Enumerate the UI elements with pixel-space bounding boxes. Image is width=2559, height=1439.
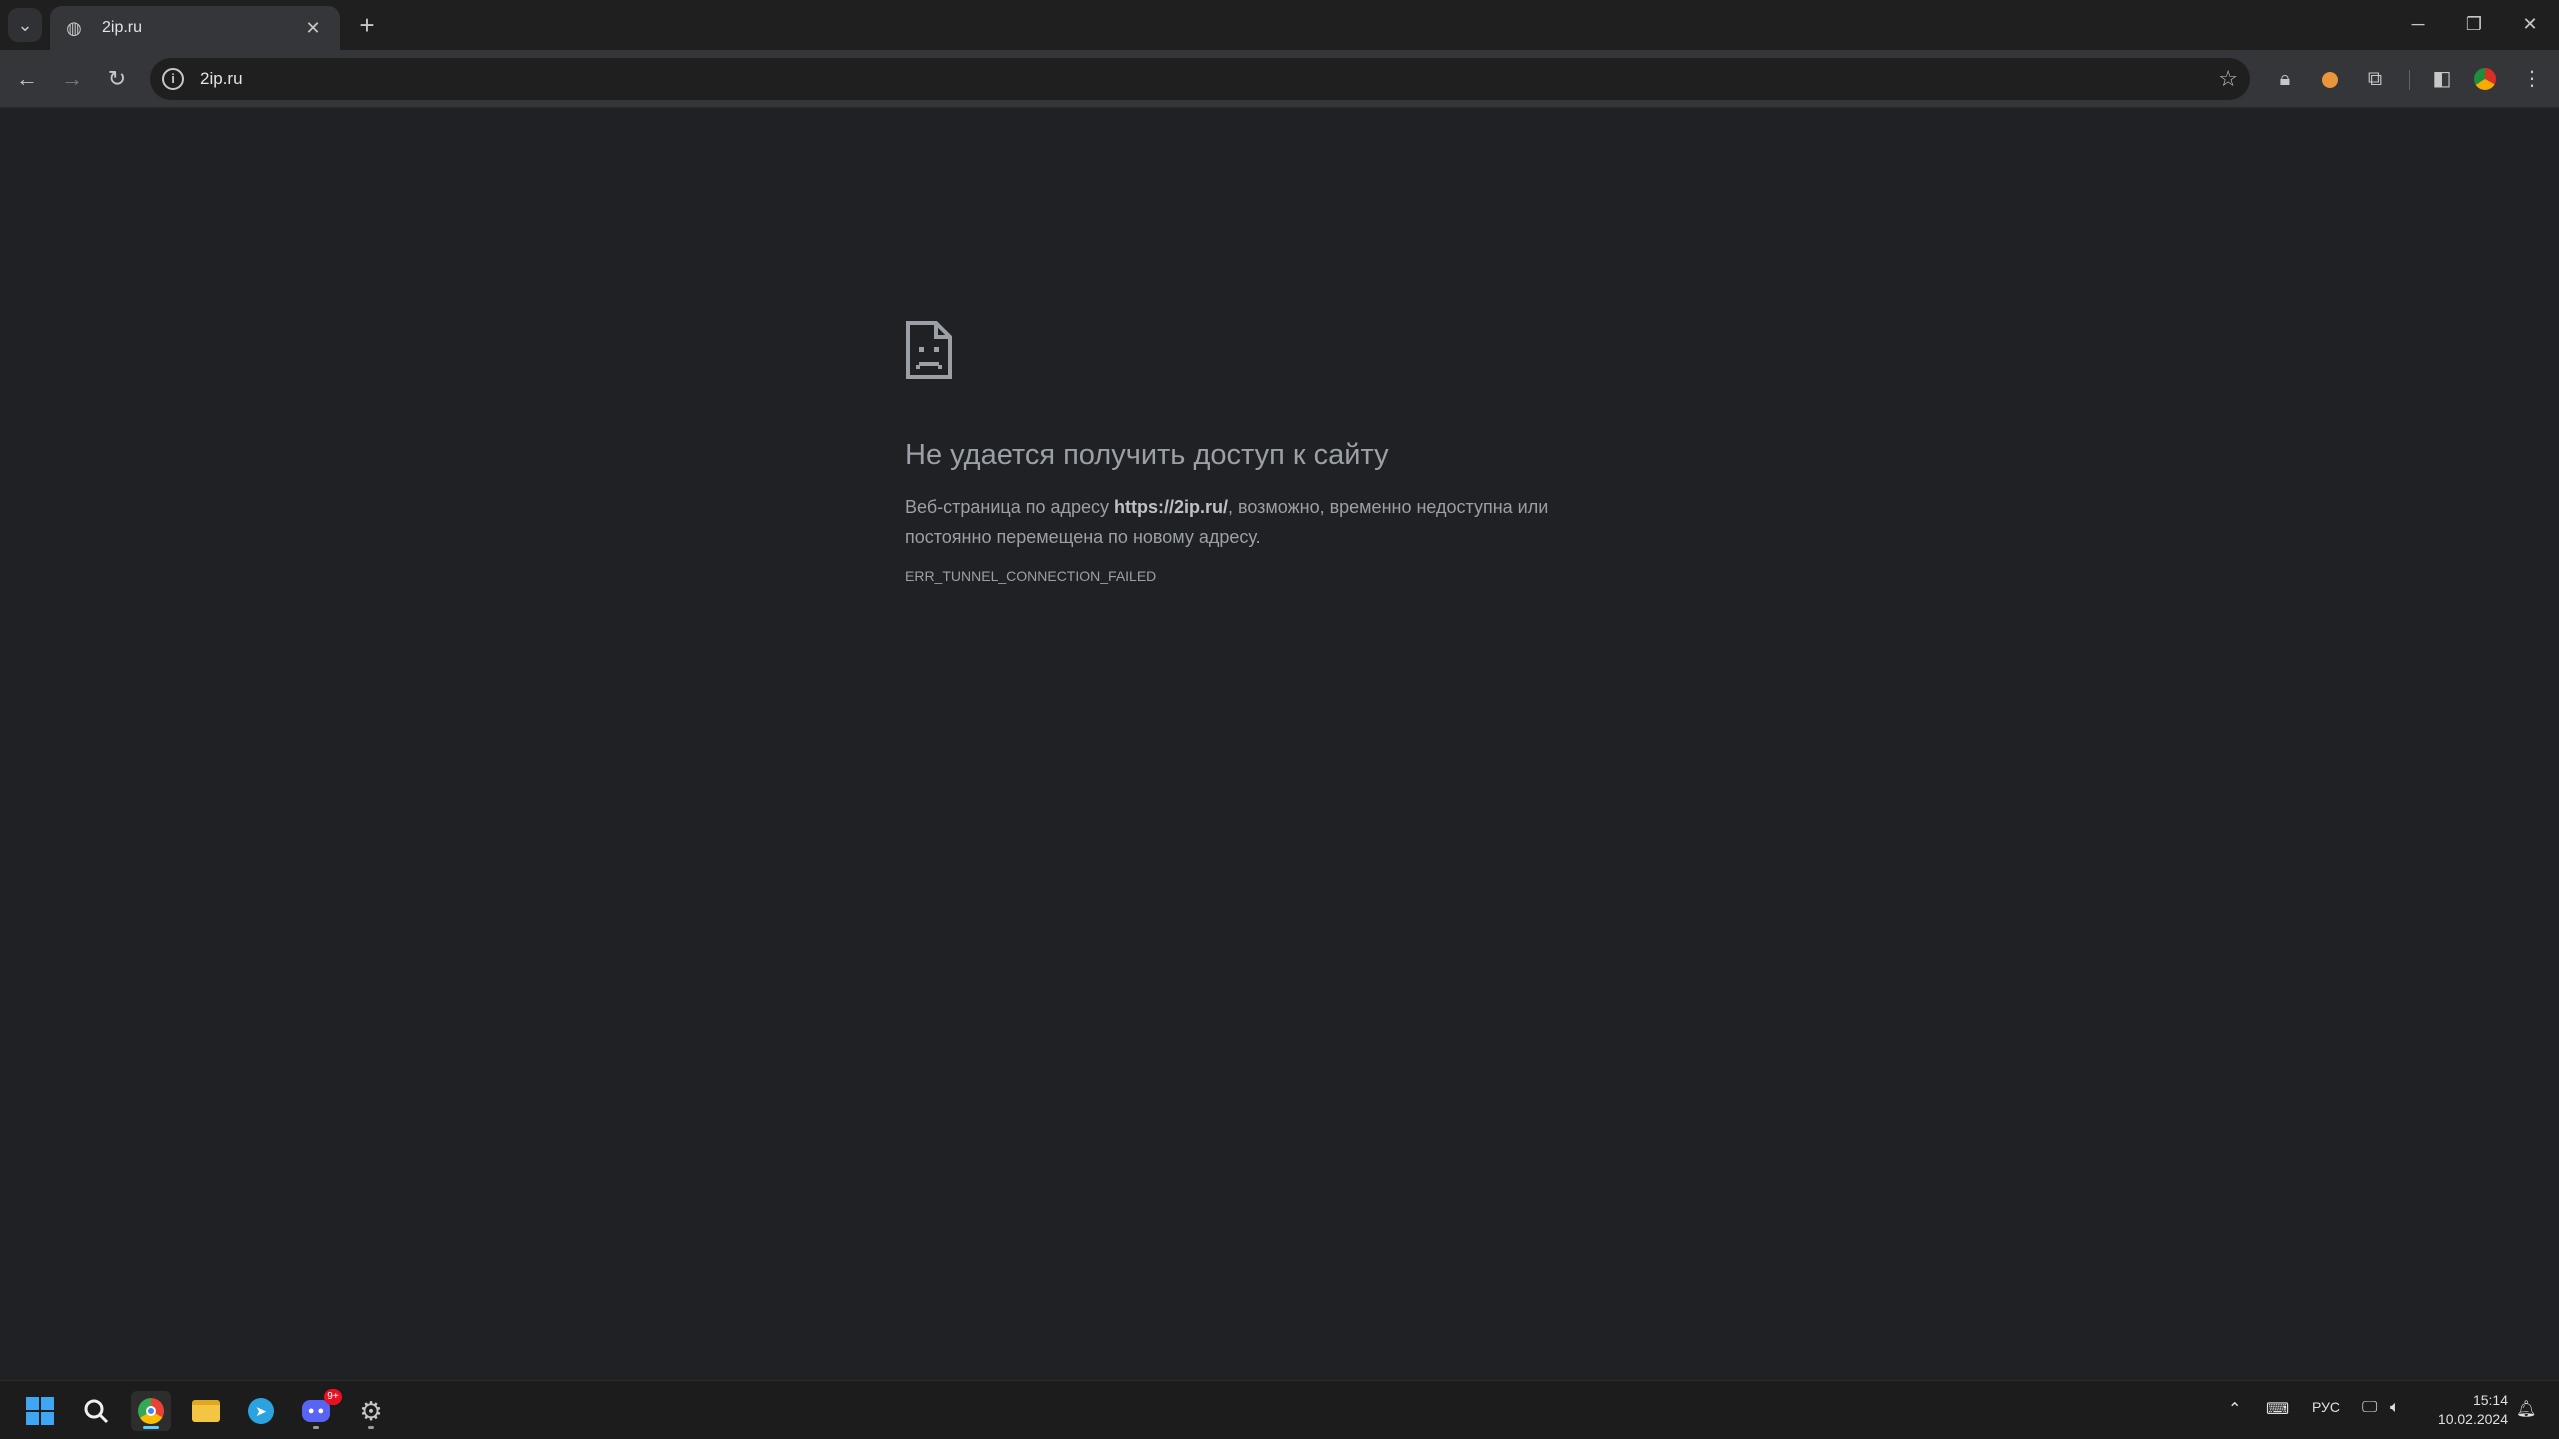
extensions-puzzle-icon[interactable]: ⧉ xyxy=(2358,62,2392,96)
error-description: Веб-страница по адресу https://2ip.ru/, … xyxy=(905,492,1605,552)
volume-icon[interactable]: 🔈︎ xyxy=(2390,1399,2400,1417)
arrow-left-icon: ← xyxy=(16,66,38,91)
taskbar-chrome[interactable] xyxy=(131,1391,171,1431)
chevron-down-icon: ⌄ xyxy=(17,14,33,35)
error-title: Не удается получить доступ к сайту xyxy=(905,439,1389,471)
forward-button[interactable]: → xyxy=(55,62,89,96)
reload-icon: ↻ xyxy=(107,66,127,91)
error-code: ERR_TUNNEL_CONNECTION_FAILED xyxy=(905,568,1157,584)
language-indicator[interactable]: РУС xyxy=(2312,1399,2340,1415)
address-bar[interactable]: i 2ip.ru ☆ xyxy=(150,58,2250,100)
toolbar: ← → ↻ i 2ip.ru ☆ 🔒︎ ⧉ ◧ ⋮ xyxy=(0,50,2559,108)
cookie-extension-icon[interactable] xyxy=(2313,62,2347,96)
toolbar-divider xyxy=(2409,70,2410,90)
folder-icon xyxy=(192,1400,220,1422)
error-url: https://2ip.ru/ xyxy=(1114,497,1228,517)
reload-button[interactable]: ↻ xyxy=(100,62,134,96)
error-content: Не удается получить доступ к сайту Веб-с… xyxy=(905,320,1605,584)
menu-kebab-icon[interactable]: ⋮ xyxy=(2515,62,2549,96)
new-tab-button[interactable]: + xyxy=(352,10,382,40)
cookie-icon xyxy=(2322,71,2338,88)
gear-icon: ⚙ xyxy=(359,1396,383,1426)
minimize-icon[interactable]: ─ xyxy=(2394,8,2442,40)
taskbar-telegram[interactable]: ➤ xyxy=(241,1391,281,1431)
close-tab-icon[interactable]: ✕ xyxy=(300,15,326,41)
error-desc-prefix: Веб-страница по адресу xyxy=(905,497,1114,517)
bookmark-star-icon[interactable]: ☆ xyxy=(2218,66,2238,92)
globe-icon: ◍ xyxy=(66,18,82,38)
sad-page-icon xyxy=(906,321,952,379)
start-button[interactable] xyxy=(20,1391,60,1431)
taskbar: ➤ ● ● 9+ ⚙ ⌃ ⌨ РУС 🖵 🔈︎ 15:14 10.02.2024… xyxy=(0,1380,2559,1439)
profile-avatar[interactable] xyxy=(2472,66,2498,92)
running-indicator xyxy=(313,1426,319,1429)
tab-2ip[interactable]: ◍ 2ip.ru ✕ xyxy=(50,6,340,50)
windows-logo-icon xyxy=(26,1397,54,1425)
discord-icon: ● ● xyxy=(302,1400,330,1422)
running-indicator xyxy=(368,1426,374,1429)
taskbar-file-explorer[interactable] xyxy=(186,1391,226,1431)
screen: ⌄ ◍ 2ip.ru ✕ + ─ ❐ ✕ ← → ↻ i 2ip.ru ☆ 🔒︎… xyxy=(0,0,2559,1439)
lock-extension-icon[interactable]: 🔒︎ xyxy=(2268,62,2302,96)
taskbar-settings[interactable]: ⚙ xyxy=(351,1391,391,1431)
network-icon[interactable]: 🖵 xyxy=(2362,1399,2377,1417)
telegram-icon: ➤ xyxy=(248,1398,274,1424)
search-button[interactable] xyxy=(76,1391,116,1431)
restore-icon[interactable]: ❐ xyxy=(2450,8,2498,40)
address-url[interactable]: 2ip.ru xyxy=(200,69,2218,89)
notification-badge: 9+ xyxy=(324,1389,342,1405)
keyboard-icon[interactable]: ⌨ xyxy=(2266,1399,2289,1419)
tab-search-button[interactable]: ⌄ xyxy=(8,8,42,42)
close-window-icon[interactable]: ✕ xyxy=(2506,8,2554,40)
clock[interactable]: 15:14 10.02.2024 xyxy=(2428,1391,2508,1429)
site-info-icon[interactable]: i xyxy=(162,68,184,90)
search-icon xyxy=(84,1399,109,1424)
arrow-right-icon: → xyxy=(61,66,83,91)
notification-bell-icon[interactable]: 🔔︎ xyxy=(2516,1399,2536,1419)
tab-strip: ⌄ ◍ 2ip.ru ✕ + ─ ❐ ✕ xyxy=(0,0,2559,50)
back-button[interactable]: ← xyxy=(10,62,44,96)
chevron-up-icon[interactable]: ⌃ xyxy=(2228,1399,2241,1419)
tab-title: 2ip.ru xyxy=(102,19,143,36)
taskbar-discord[interactable]: ● ● 9+ xyxy=(296,1389,342,1431)
clock-time: 15:14 xyxy=(2472,1392,2508,1408)
chrome-icon xyxy=(138,1398,164,1424)
clock-date: 10.02.2024 xyxy=(2437,1411,2508,1427)
side-panel-icon[interactable]: ◧ xyxy=(2425,62,2459,96)
active-indicator xyxy=(143,1426,159,1429)
